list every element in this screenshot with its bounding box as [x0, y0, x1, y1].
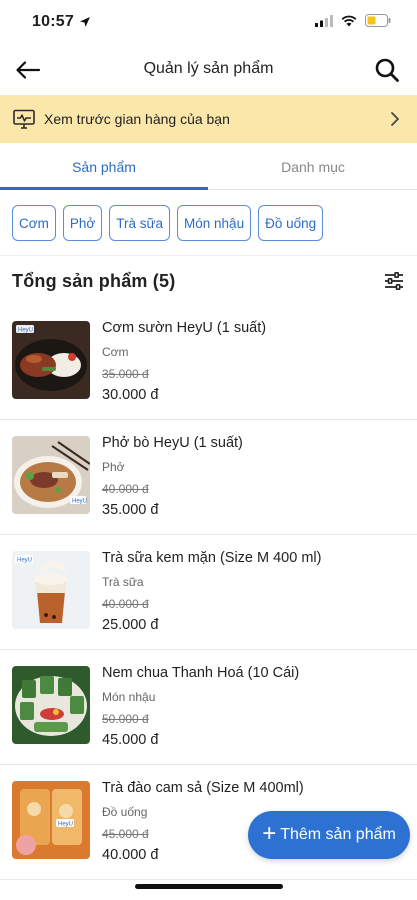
brand-logo: HeyU: [72, 499, 87, 505]
app-header: Quản lý sản phẩm: [0, 46, 417, 94]
product-name: Phở bò HeyU (1 suất): [102, 435, 243, 451]
product-item[interactable]: HeyU Phở bò HeyU (1 suất) Phở 40.000 đ 3…: [0, 420, 417, 535]
product-item[interactable]: Nem chua Thanh Hoá (10 Cái) Món nhậu 50.…: [0, 650, 417, 765]
battery-icon: [365, 14, 391, 27]
product-item[interactable]: HeyU Cơm sườn HeyU (1 suất) Cơm 35.000 đ…: [0, 305, 417, 420]
chip-category[interactable]: Đồ uống: [258, 205, 324, 241]
brand-logo: HeyU: [17, 558, 32, 564]
chevron-right-icon: [391, 112, 399, 126]
brand-logo: HeyU: [18, 328, 33, 334]
product-original-price: 35.000 đ: [102, 367, 149, 381]
total-products-title: Tổng sản phẩm (5): [12, 271, 176, 291]
status-time: 10:57: [32, 13, 74, 30]
tab-bar: Sản phẩm Danh mục: [0, 143, 417, 190]
search-button[interactable]: [371, 54, 403, 86]
product-image: HeyU: [12, 781, 90, 859]
monitor-icon: [12, 107, 36, 131]
product-category: Cơm: [102, 345, 129, 359]
product-original-price: 50.000 đ: [102, 712, 149, 726]
banner-text: Xem trước gian hàng của bạn: [44, 111, 230, 127]
plus-icon: +: [262, 820, 277, 847]
product-price: 35.000 đ: [102, 502, 159, 518]
product-name: Cơm sườn HeyU (1 suất): [102, 320, 267, 336]
product-image: HeyU: [12, 436, 90, 514]
product-name: Nem chua Thanh Hoá (10 Cái): [102, 665, 300, 681]
brand-logo: HeyU: [58, 822, 73, 828]
product-original-price: 45.000 đ: [102, 827, 149, 841]
signal-icon: [315, 14, 333, 27]
product-price: 25.000 đ: [102, 617, 159, 633]
milk-tea-image: HeyU: [12, 551, 90, 629]
home-indicator: [135, 884, 283, 889]
active-tab-indicator: [0, 187, 208, 190]
product-image: HeyU: [12, 551, 90, 629]
search-icon: [375, 58, 399, 82]
status-bar: 10:57: [0, 0, 417, 46]
chip-category[interactable]: Món nhậu: [177, 205, 252, 241]
add-product-label: Thêm sản phẩm: [280, 826, 396, 843]
product-image: HeyU: [12, 321, 90, 399]
store-preview-banner[interactable]: Xem trước gian hàng của bạn: [0, 95, 417, 143]
sliders-icon: [385, 272, 403, 290]
chip-category[interactable]: Phở: [62, 205, 103, 241]
divider: [0, 255, 417, 256]
peach-tea-image: HeyU: [12, 781, 90, 859]
product-price: 30.000 đ: [102, 387, 159, 403]
chip-category[interactable]: Trà sữa: [109, 205, 171, 241]
product-category: Trà sữa: [102, 575, 144, 589]
location-arrow-icon: [80, 17, 90, 27]
chip-category[interactable]: Cơm: [12, 205, 56, 241]
product-original-price: 40.000 đ: [102, 482, 149, 496]
product-item[interactable]: HeyU Trà sữa kem mặn (Size M 400 ml) Trà…: [0, 535, 417, 650]
pho-image: HeyU: [12, 436, 90, 514]
product-name: Trà đào cam sả (Size M 400ml): [102, 780, 304, 796]
product-category: Đồ uống: [102, 805, 148, 819]
product-list: HeyU Cơm sườn HeyU (1 suất) Cơm 35.000 đ…: [0, 305, 417, 880]
product-price: 40.000 đ: [102, 847, 159, 863]
product-image: [12, 666, 90, 744]
tab-products[interactable]: Sản phẩm: [0, 143, 208, 190]
product-name: Trà sữa kem mặn (Size M 400 ml): [102, 550, 322, 566]
rice-dish-image: HeyU: [12, 321, 90, 399]
product-category: Phở: [102, 460, 125, 474]
tab-categories[interactable]: Danh mục: [209, 143, 417, 190]
product-original-price: 40.000 đ: [102, 597, 149, 611]
page-title: Quản lý sản phẩm: [143, 60, 274, 77]
add-product-button[interactable]: + Thêm sản phẩm: [248, 811, 410, 859]
status-indicators: [315, 14, 391, 27]
nem-chua-image: [12, 666, 90, 744]
category-filter-chips: Cơm Phở Trà sữa Món nhậu Đồ uống: [12, 205, 324, 241]
product-price: 45.000 đ: [102, 732, 159, 748]
product-category: Món nhậu: [102, 690, 156, 704]
wifi-icon: [341, 15, 357, 26]
filter-button[interactable]: [381, 268, 407, 294]
